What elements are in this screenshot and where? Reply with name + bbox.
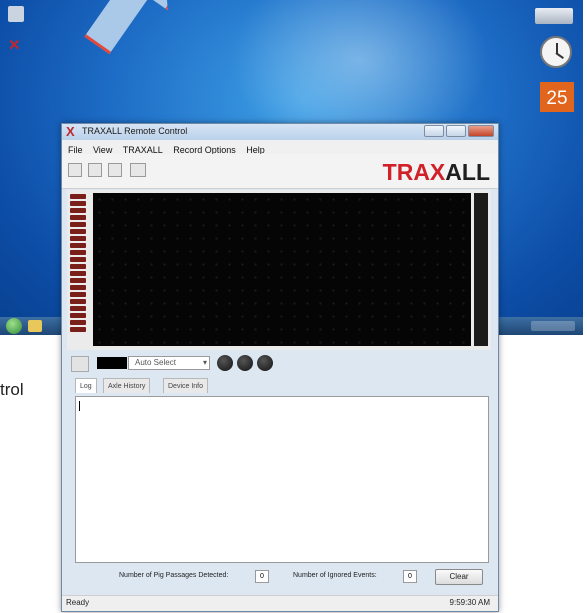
status-bar: Ready 9:59:30 AM <box>62 595 498 611</box>
display-scrollbar[interactable] <box>474 193 488 346</box>
clock-gadget-icon <box>540 36 572 68</box>
toolbar: TRAXALL <box>62 154 498 189</box>
stop-icon[interactable] <box>237 355 253 371</box>
color-select[interactable]: Auto Select ▾ <box>128 356 210 370</box>
gadget-top <box>535 8 573 24</box>
ignored-events-label: Number of Ignored Events: <box>293 572 377 579</box>
app-logo-icon: X <box>66 124 75 139</box>
led-column <box>70 194 86 346</box>
prev-button[interactable] <box>71 356 89 372</box>
log-textarea[interactable] <box>75 396 489 563</box>
color-swatch <box>97 357 127 369</box>
led <box>70 271 86 276</box>
led <box>70 278 86 283</box>
display-panel <box>67 190 491 350</box>
led <box>70 243 86 248</box>
callout-arrow <box>66 0 195 67</box>
led <box>70 222 86 227</box>
text-cursor <box>79 401 80 411</box>
led <box>70 285 86 290</box>
connect-icon[interactable] <box>68 163 82 177</box>
brand-part2: ALL <box>445 159 490 185</box>
led <box>70 194 86 199</box>
side-caption: trol <box>0 380 24 399</box>
title-bar: X TRAXALL Remote Control <box>62 124 498 140</box>
pig-passages-label: Number of Pig Passages Detected: <box>119 572 229 579</box>
close-button[interactable] <box>468 125 494 137</box>
color-select-value: Auto Select <box>135 358 176 367</box>
clear-button[interactable]: Clear <box>435 569 483 585</box>
calendar-icon[interactable] <box>130 163 146 177</box>
system-tray <box>531 321 575 331</box>
signal-off-icon[interactable] <box>108 163 122 177</box>
traxall-app-icon[interactable]: ✕ <box>8 36 24 54</box>
led <box>70 215 86 220</box>
led <box>70 320 86 325</box>
play-icon[interactable] <box>217 355 233 371</box>
led <box>70 327 86 332</box>
record-icon[interactable] <box>257 355 273 371</box>
window-title: TRAXALL Remote Control <box>82 126 188 136</box>
led <box>70 229 86 234</box>
led <box>70 208 86 213</box>
signal-icon[interactable] <box>88 163 102 177</box>
tab-axle-history[interactable]: Axle History <box>103 378 151 393</box>
tab-log[interactable]: Log <box>75 378 97 393</box>
led <box>70 201 86 206</box>
led <box>70 306 86 311</box>
start-button[interactable] <box>6 318 22 334</box>
brand-logo: TRAXALL <box>383 159 490 186</box>
led <box>70 257 86 262</box>
brand-part1: TRAX <box>382 159 446 185</box>
ignored-events-value: 0 <box>403 570 417 583</box>
led <box>70 264 86 269</box>
signal-display <box>93 193 471 346</box>
calendar-gadget: 25 <box>540 82 574 112</box>
led <box>70 292 86 297</box>
chevron-down-icon: ▾ <box>202 358 207 367</box>
status-text: Ready <box>66 598 90 607</box>
counter-row: Number of Pig Passages Detected: 0 Numbe… <box>67 567 491 589</box>
maximize-button[interactable] <box>446 125 466 137</box>
tab-strip: Log Axle History Device Info <box>67 378 491 394</box>
tab-device-info[interactable]: Device Info <box>163 378 209 393</box>
traxall-window: X TRAXALL Remote Control File View TRAXA… <box>61 123 499 612</box>
taskbar-explorer-icon[interactable] <box>28 320 42 332</box>
control-row: Auto Select ▾ <box>67 353 491 373</box>
led <box>70 299 86 304</box>
minimize-button[interactable] <box>424 125 444 137</box>
pig-passages-value: 0 <box>255 570 269 583</box>
led <box>70 250 86 255</box>
status-time: 9:59:30 AM <box>449 598 490 607</box>
led <box>70 236 86 241</box>
recycle-bin-icon[interactable] <box>8 6 24 22</box>
led <box>70 313 86 318</box>
menu-bar: File View TRAXALL Record Options Help <box>62 140 498 155</box>
